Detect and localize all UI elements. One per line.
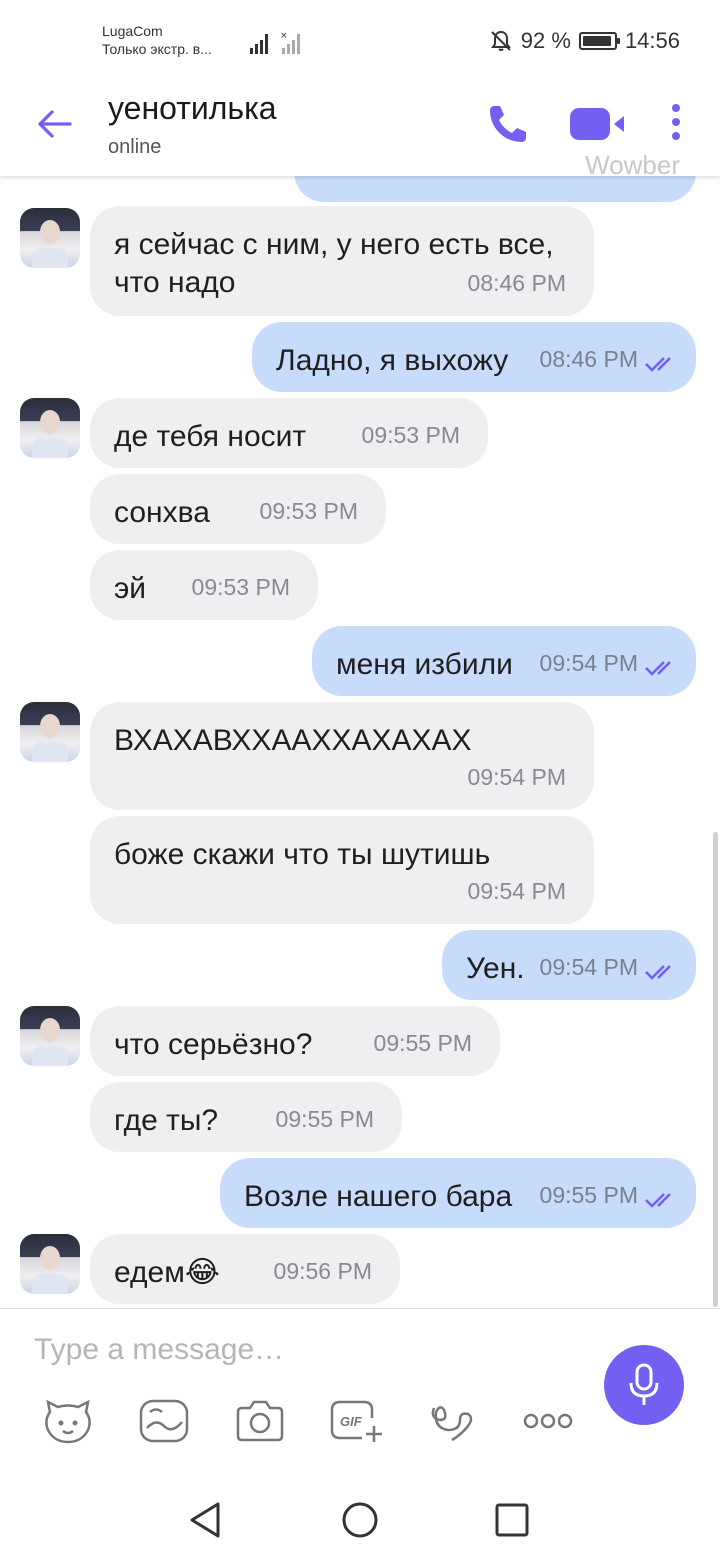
message-bubble[interactable]: я сейчас с ним, у него есть все, что над… bbox=[90, 206, 594, 316]
message-time: 09:53 PM bbox=[259, 498, 358, 524]
battery-percent: 92 % bbox=[520, 28, 571, 53]
avatar[interactable] bbox=[20, 702, 80, 762]
gif-icon: GIF bbox=[330, 1400, 382, 1442]
message-time: 08:46 PM bbox=[539, 346, 638, 372]
message-bubble[interactable]: едем😂 09:56 PM bbox=[90, 1234, 400, 1304]
message-bubble[interactable]: де тебя носит 09:53 PM bbox=[90, 398, 488, 468]
nav-home-icon[interactable] bbox=[340, 1500, 380, 1540]
message-bubble[interactable]: Уен. 09:54 PM bbox=[442, 930, 696, 1000]
nav-recents-icon[interactable] bbox=[492, 1500, 532, 1540]
bell-off-icon bbox=[490, 30, 511, 51]
message-time: 09:53 PM bbox=[361, 422, 460, 448]
avatar[interactable] bbox=[20, 398, 80, 458]
more-horizontal-icon bbox=[523, 1413, 573, 1429]
message-input[interactable] bbox=[32, 1327, 576, 1373]
more-options-button[interactable] bbox=[520, 1395, 576, 1447]
message-bubble[interactable]: ВХАХАВХХААХХАХАХАХ 09:54 PM bbox=[90, 702, 594, 810]
contact-name[interactable]: уенотилька bbox=[108, 90, 277, 127]
sticker-icon bbox=[45, 1399, 91, 1444]
camera-icon bbox=[236, 1400, 284, 1442]
video-camera-icon[interactable] bbox=[568, 104, 630, 144]
message-bubble[interactable]: где ты? 09:55 PM bbox=[90, 1082, 402, 1152]
message-time: 09:54 PM bbox=[539, 954, 638, 980]
contact-status: online bbox=[108, 136, 162, 158]
message-bubble[interactable]: что серьёзно? 09:55 PM bbox=[90, 1006, 500, 1076]
message-text: меня избили bbox=[336, 648, 513, 681]
gif-button[interactable]: GIF bbox=[328, 1395, 384, 1447]
signal-icon: × bbox=[250, 31, 300, 54]
status-right: 92 % 14:56 bbox=[489, 28, 680, 54]
read-ticks-icon bbox=[645, 965, 671, 980]
message-time: 09:55 PM bbox=[539, 1182, 638, 1208]
message-time: 09:54 PM bbox=[539, 650, 638, 676]
status-bar: LugaCom Только экстр. в... × 92 % 14:56 bbox=[0, 0, 720, 72]
message-text: Ладно, я выхожу bbox=[276, 344, 509, 377]
message-text: что серьёзно? bbox=[114, 1028, 313, 1061]
watermark: Wowber bbox=[585, 150, 680, 180]
system-nav-bar bbox=[0, 1480, 720, 1560]
message-text: ВХАХАВХХААХХАХАХАХ bbox=[114, 724, 472, 757]
avatar[interactable] bbox=[20, 1234, 80, 1294]
message-bubble[interactable]: эй 09:53 PM bbox=[90, 550, 318, 620]
doodle-icon bbox=[139, 1399, 189, 1443]
scribble-button[interactable] bbox=[424, 1395, 480, 1447]
scribble-icon bbox=[431, 1406, 473, 1442]
read-ticks-icon bbox=[645, 661, 671, 676]
clock: 14:56 bbox=[624, 28, 680, 53]
svg-text:×: × bbox=[280, 31, 288, 41]
camera-button[interactable] bbox=[232, 1395, 288, 1447]
message-text: боже скажи что ты шутишь bbox=[114, 838, 491, 871]
message-time: 09:54 PM bbox=[467, 764, 566, 790]
message-time: 09:53 PM bbox=[191, 574, 290, 600]
message-time: 09:56 PM bbox=[273, 1258, 372, 1284]
message-time: 09:55 PM bbox=[275, 1106, 374, 1132]
more-vertical-icon[interactable] bbox=[662, 102, 690, 148]
message-bubble[interactable]: Возле нашего бара 09:55 PM bbox=[220, 1158, 696, 1228]
nav-back-icon[interactable] bbox=[186, 1500, 226, 1540]
battery-icon bbox=[578, 32, 620, 50]
message-text: едем😂 bbox=[114, 1256, 220, 1289]
voice-message-button[interactable] bbox=[604, 1345, 684, 1425]
back-button[interactable] bbox=[30, 100, 78, 148]
message-time: 09:54 PM bbox=[467, 878, 566, 904]
carrier-info: LugaCom Только экстр. в... bbox=[102, 22, 212, 58]
sticker-button[interactable] bbox=[40, 1395, 96, 1447]
message-time: 09:55 PM bbox=[373, 1030, 472, 1056]
svg-text:GIF: GIF bbox=[340, 1414, 363, 1429]
avatar[interactable] bbox=[20, 208, 80, 268]
message-bubble[interactable]: меня избили 09:54 PM bbox=[312, 626, 696, 696]
message-list[interactable]: я сейчас с ним, у него есть все, что над… bbox=[0, 176, 720, 1308]
message-text: эй bbox=[114, 572, 147, 605]
back-arrow-icon bbox=[38, 110, 72, 138]
composer: GIF bbox=[0, 1308, 720, 1481]
message-text: Уен. bbox=[466, 952, 525, 985]
avatar[interactable] bbox=[20, 1006, 80, 1066]
carrier-name: LugaCom bbox=[102, 23, 163, 39]
message-text: где ты? bbox=[114, 1104, 219, 1137]
message-bubble[interactable]: Ладно, я выхожу 08:46 PM bbox=[252, 322, 696, 392]
message-bubble[interactable]: сонхва 09:53 PM bbox=[90, 474, 386, 544]
message-bubble[interactable]: боже скажи что ты шутишь 09:54 PM bbox=[90, 816, 594, 924]
doodle-button[interactable] bbox=[136, 1395, 192, 1447]
microphone-icon bbox=[629, 1363, 659, 1405]
message-time: 08:46 PM bbox=[467, 270, 566, 296]
message-text: Возле нашего бара bbox=[244, 1180, 513, 1213]
phone-icon[interactable] bbox=[484, 100, 532, 148]
message-text: сонхва bbox=[114, 496, 210, 529]
scrollbar[interactable] bbox=[713, 832, 718, 1307]
read-ticks-icon bbox=[645, 357, 671, 372]
message-text: де тебя носит bbox=[114, 420, 307, 453]
carrier-sub: Только экстр. в... bbox=[102, 41, 212, 57]
read-ticks-icon bbox=[645, 1193, 671, 1208]
